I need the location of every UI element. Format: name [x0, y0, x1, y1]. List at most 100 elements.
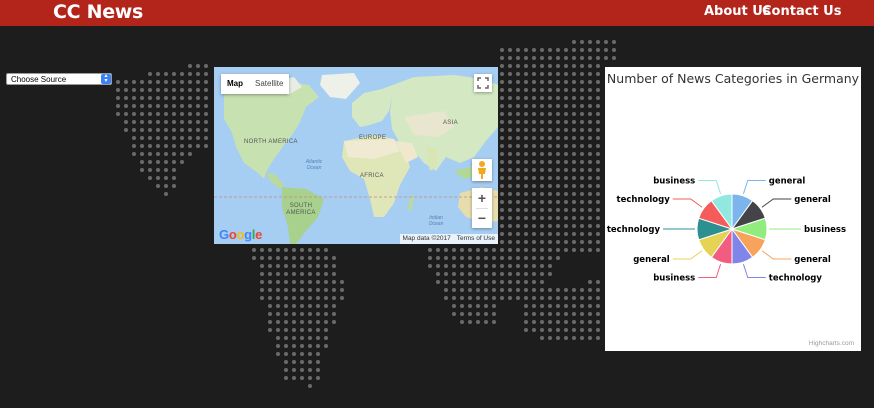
zoom-in-button[interactable]: +: [472, 188, 492, 208]
google-logo: Google: [219, 227, 263, 242]
map-dot: [292, 312, 296, 316]
map-dot: [324, 304, 328, 308]
pie-data-label: business: [653, 176, 695, 186]
source-select[interactable]: Choose Source ▴ ▾: [6, 73, 112, 85]
map-dot: [564, 64, 568, 68]
map-dot: [548, 80, 552, 84]
map-dot: [500, 64, 504, 68]
map-dot: [580, 208, 584, 212]
map-dot: [540, 336, 544, 340]
map-dot: [268, 248, 272, 252]
map-dot: [532, 96, 536, 100]
map-dot: [524, 184, 528, 188]
map-dot: [548, 160, 552, 164]
map-dot: [548, 64, 552, 68]
map-dot: [276, 328, 280, 332]
pegman-icon[interactable]: [472, 159, 492, 181]
map-widget[interactable]: NORTH AMERICA SOUTH AMERICA EUROPE AFRIC…: [214, 67, 498, 244]
map-dot: [508, 88, 512, 92]
map-dot: [268, 328, 272, 332]
map-dot: [148, 160, 152, 164]
map-dot: [188, 152, 192, 156]
map-dot: [556, 144, 560, 148]
map-dot: [596, 40, 600, 44]
map-dot: [276, 320, 280, 324]
map-dot: [188, 88, 192, 92]
map-dot: [524, 176, 528, 180]
map-tab-satellite[interactable]: Satellite: [249, 74, 289, 94]
pie-connector: [742, 264, 766, 279]
map-dot: [156, 160, 160, 164]
map-dot: [164, 112, 168, 116]
map-dot: [300, 352, 304, 356]
map-dot: [300, 280, 304, 284]
map-dot: [284, 296, 288, 300]
map-dot: [532, 168, 536, 172]
map-dot: [140, 160, 144, 164]
map-dot: [460, 296, 464, 300]
map-dot: [260, 264, 264, 268]
map-dot: [284, 304, 288, 308]
map-dot: [444, 272, 448, 276]
zoom-out-button[interactable]: −: [472, 208, 492, 228]
map-dot: [548, 144, 552, 148]
fullscreen-icon[interactable]: [474, 74, 492, 92]
map-dot: [532, 232, 536, 236]
map-dot: [540, 56, 544, 60]
map-dot: [188, 144, 192, 148]
map-dot: [508, 224, 512, 228]
map-dot: [540, 224, 544, 228]
nav-contact-us[interactable]: Contact Us: [762, 4, 841, 19]
map-dot: [468, 288, 472, 292]
map-data-credit: Map data ©2017: [402, 235, 451, 242]
map-dot: [532, 280, 536, 284]
map-dot: [596, 80, 600, 84]
label-indian-ocean: Indian Ocean: [428, 215, 444, 227]
map-dot: [204, 136, 208, 140]
map-dot: [588, 104, 592, 108]
map-dot: [572, 160, 576, 164]
terms-of-use-link[interactable]: Terms of Use: [454, 234, 498, 244]
map-dot: [332, 304, 336, 308]
map-tab-map[interactable]: Map: [221, 74, 249, 94]
map-dot: [516, 64, 520, 68]
map-dot: [524, 88, 528, 92]
map-dot: [508, 288, 512, 292]
map-dot: [564, 312, 568, 316]
highcharts-credits[interactable]: Highcharts.com: [809, 340, 854, 347]
map-dot: [116, 96, 120, 100]
map-dot: [308, 344, 312, 348]
map-dot: [548, 312, 552, 316]
map-dot: [340, 288, 344, 292]
map-dot: [548, 72, 552, 76]
map-dot: [508, 120, 512, 124]
map-dot: [132, 80, 136, 84]
map-dot: [172, 72, 176, 76]
map-dot: [156, 184, 160, 188]
pie-data-label: business: [653, 274, 695, 284]
map-dot: [564, 240, 568, 244]
map-dot: [516, 104, 520, 108]
label-africa: AFRICA: [360, 173, 384, 179]
brand-logo[interactable]: CC News: [53, 1, 143, 23]
map-dot: [516, 248, 520, 252]
map-dot: [548, 328, 552, 332]
nav-about-us[interactable]: About Us: [704, 4, 771, 19]
map-dot: [460, 304, 464, 308]
map-dot: [260, 272, 264, 276]
map-dot: [468, 304, 472, 308]
map-dot: [524, 280, 528, 284]
map-dot: [596, 128, 600, 132]
map-dot: [452, 304, 456, 308]
map-dot: [460, 248, 464, 252]
map-dot: [268, 288, 272, 292]
map-dot: [180, 160, 184, 164]
map-dot: [588, 288, 592, 292]
map-dot: [596, 160, 600, 164]
map-dot: [468, 312, 472, 316]
pie-connector: [672, 250, 703, 260]
map-dot: [564, 128, 568, 132]
label-south-america: SOUTH AMERICA: [286, 203, 316, 216]
map-dot: [556, 104, 560, 108]
map-dot: [500, 104, 504, 108]
